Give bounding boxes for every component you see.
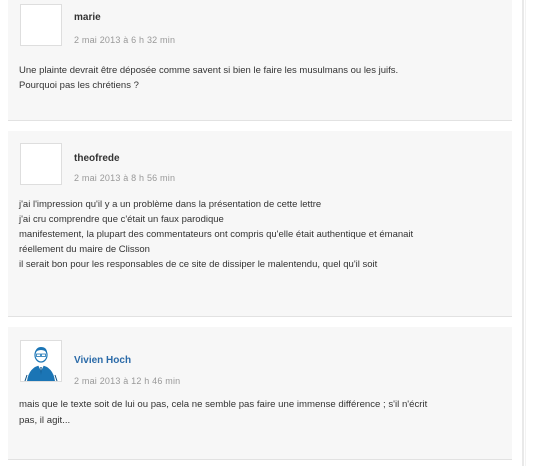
comment-text-line: réellement du maire de Clisson [19,244,150,255]
comment-text-line: Une plainte devrait être déposée comme s… [19,65,399,76]
author-photo-avatar[interactable] [20,340,62,382]
person-photo-icon [21,341,61,381]
comment-text-line: manifestement, la plupart des commentate… [19,229,414,240]
comment-item: Vivien Hoch 2 mai 2013 à 12 h 46 min mai… [8,327,512,460]
comment-body: Une plainte devrait être déposée comme s… [19,63,500,93]
comment-text-line: j'ai cru comprendre que c'était un faux … [19,214,224,225]
comment-body: mais que le texte soit de lui ou pas, ce… [19,397,500,429]
avatar[interactable] [20,4,62,46]
comment-date[interactable]: 2 mai 2013 à 6 h 32 min [74,35,175,45]
comment-item: theofrede 2 mai 2013 à 8 h 56 min j'ai l… [8,131,512,317]
comment-author: theofrede [74,153,120,164]
comment-separator [8,121,512,131]
comment-text-line: Pourquoi pas les chrétiens ? [19,80,139,91]
comment-text-line: il serait bon pour les responsables de c… [19,259,378,270]
avatar[interactable] [20,143,62,185]
sidebar-divider [522,0,524,466]
comment-text-line: mais que le texte soit de lui ou pas, ce… [19,399,428,410]
comment-date[interactable]: 2 mai 2013 à 12 h 46 min [74,376,180,386]
comment-item: marie 2 mai 2013 à 6 h 32 min Une plaint… [8,0,512,121]
comments-page: marie 2 mai 2013 à 6 h 32 min Une plaint… [0,0,556,466]
comment-author: marie [74,12,101,23]
comment-text-line: pas, il agit... [19,415,71,426]
comment-text-line: j'ai l'impression qu'il y a un problème … [19,199,322,210]
sidebar-divider-inner [525,0,526,466]
comment-list: marie 2 mai 2013 à 6 h 32 min Une plaint… [8,0,512,460]
comment-separator [8,317,512,327]
comment-body: j'ai l'impression qu'il y a un problème … [19,197,500,272]
comment-date[interactable]: 2 mai 2013 à 8 h 56 min [74,173,175,183]
comment-author-link[interactable]: Vivien Hoch [74,355,131,366]
